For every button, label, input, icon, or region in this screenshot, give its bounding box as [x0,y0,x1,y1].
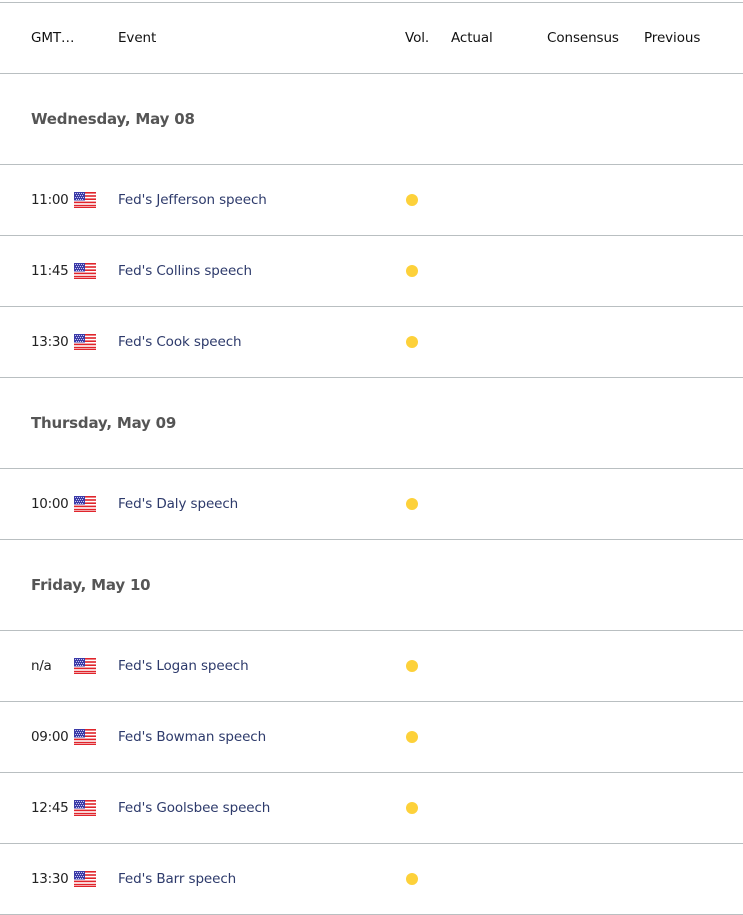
country-flag [74,236,96,306]
volatility-low-dot-icon [406,660,418,672]
us-flag-icon [74,800,96,816]
calendar-body: Wednesday, May 08 11:00 Fed's Jefferson s… [0,74,743,915]
volatility-indicator [406,236,418,306]
volatility-indicator [406,307,418,377]
header-previous: Previous [644,30,701,46]
event-time: 13:30 [31,334,69,350]
event-name-link[interactable]: Fed's Goolsbee speech [118,773,270,843]
us-flag-icon [74,334,96,350]
event-row[interactable]: 11:00 Fed's Jefferson speech [0,165,743,236]
country-flag [74,773,96,843]
us-flag-icon [74,263,96,279]
volatility-indicator [406,844,418,914]
header-consensus: Consensus [547,30,619,46]
country-flag [74,844,96,914]
event-name-link[interactable]: Fed's Collins speech [118,236,252,306]
header-time[interactable]: GMT… [31,3,75,73]
day-label: Wednesday, May 08 [31,110,195,128]
event-time: 12:45 [31,800,69,816]
country-flag [74,631,96,701]
day-group-header: Friday, May 10 [0,540,743,631]
us-flag-icon [74,871,96,887]
us-flag-icon [74,192,96,208]
country-flag [74,307,96,377]
event-row[interactable]: n/a Fed's Logan speech [0,631,743,702]
event-row[interactable]: 10:00 Fed's Daly speech [0,469,743,540]
event-time: 09:00 [31,729,69,745]
volatility-indicator [406,165,418,235]
header-event: Event [118,30,157,46]
event-row[interactable]: 13:30 Fed's Cook speech [0,307,743,378]
header-actual: Actual [451,30,493,46]
day-group-header: Thursday, May 09 [0,378,743,469]
economic-calendar: GMT… Event Vol. Actual Consensus Previou… [0,2,743,915]
event-name-link[interactable]: Fed's Logan speech [118,631,249,701]
event-row[interactable]: 12:45 Fed's Goolsbee speech [0,773,743,844]
event-name-link[interactable]: Fed's Jefferson speech [118,165,267,235]
volatility-low-dot-icon [406,336,418,348]
volatility-indicator [406,702,418,772]
day-group-header: Wednesday, May 08 [0,74,743,165]
table-header: GMT… Event Vol. Actual Consensus Previou… [0,3,743,74]
event-time: 13:30 [31,871,69,887]
event-time: 11:00 [31,192,69,208]
volatility-indicator [406,773,418,843]
event-time: n/a [31,658,52,674]
country-flag [74,702,96,772]
event-name-link[interactable]: Fed's Bowman speech [118,702,266,772]
country-flag [74,165,96,235]
event-row[interactable]: 09:00 Fed's Bowman speech [0,702,743,773]
event-time: 10:00 [31,496,69,512]
header-volatility: Vol. [405,30,430,46]
event-time: 11:45 [31,263,69,279]
volatility-low-dot-icon [406,731,418,743]
volatility-indicator [406,469,418,539]
day-label: Friday, May 10 [31,576,151,594]
volatility-low-dot-icon [406,194,418,206]
volatility-low-dot-icon [406,498,418,510]
event-row[interactable]: 13:30 Fed's Barr speech [0,844,743,915]
volatility-low-dot-icon [406,265,418,277]
event-name-link[interactable]: Fed's Daly speech [118,469,238,539]
volatility-indicator [406,631,418,701]
event-name-link[interactable]: Fed's Barr speech [118,844,236,914]
us-flag-icon [74,496,96,512]
day-label: Thursday, May 09 [31,414,177,432]
event-row[interactable]: 11:45 Fed's Collins speech [0,236,743,307]
us-flag-icon [74,658,96,674]
us-flag-icon [74,729,96,745]
volatility-low-dot-icon [406,802,418,814]
event-name-link[interactable]: Fed's Cook speech [118,307,242,377]
country-flag [74,469,96,539]
volatility-low-dot-icon [406,873,418,885]
